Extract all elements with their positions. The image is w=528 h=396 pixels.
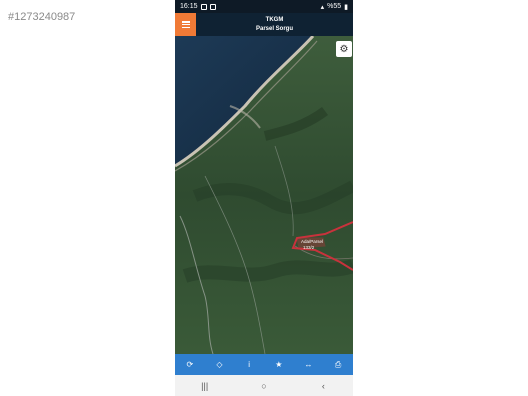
- gallery-icon: [200, 3, 207, 10]
- hamburger-icon: [181, 21, 190, 28]
- back-button[interactable]: ‹: [308, 381, 338, 391]
- star-icon[interactable]: ★: [270, 360, 288, 369]
- battery-level: %55: [327, 3, 342, 10]
- map-imagery: Ada/Parsel 133/2: [175, 36, 353, 354]
- system-navbar: ||| ○ ‹: [175, 375, 353, 396]
- location-icon[interactable]: ◇: [210, 360, 228, 369]
- battery-icon: ▮: [344, 3, 348, 11]
- status-bar: 16:15 ▴ %55 ▮: [175, 0, 353, 13]
- status-time: 16:15: [180, 3, 198, 10]
- recents-button[interactable]: |||: [190, 381, 220, 391]
- app-title: TKGM Parsel Sorgu: [196, 16, 353, 34]
- refresh-icon[interactable]: ⟳: [181, 360, 199, 369]
- settings-button[interactable]: ⚙: [336, 41, 352, 57]
- signal-icon: ▴: [320, 3, 325, 11]
- gear-icon: ⚙: [339, 43, 349, 55]
- bottom-toolbar: ⟳ ◇ i ★ ↔ ⎙: [175, 354, 353, 375]
- listing-id: #1273240987: [8, 11, 76, 23]
- home-button[interactable]: ○: [249, 381, 279, 391]
- app-header: TKGM Parsel Sorgu: [175, 13, 353, 36]
- notification-icon: [209, 3, 216, 10]
- menu-button[interactable]: [175, 13, 196, 36]
- app-title-line1: TKGM: [265, 17, 284, 23]
- parcel-label-line1: Ada/Parsel: [301, 239, 323, 244]
- print-icon[interactable]: ⎙: [329, 360, 347, 370]
- info-icon[interactable]: i: [240, 360, 258, 369]
- parcel-label-line2: 133/2: [303, 245, 315, 250]
- satellite-map[interactable]: Ada/Parsel 133/2 ⚙: [175, 36, 353, 354]
- phone-screen: 16:15 ▴ %55 ▮ TKGM Parsel Sorgu Ada/Pars…: [175, 0, 353, 396]
- app-title-line2: Parsel Sorgu: [255, 26, 293, 32]
- measure-icon[interactable]: ↔: [299, 360, 317, 369]
